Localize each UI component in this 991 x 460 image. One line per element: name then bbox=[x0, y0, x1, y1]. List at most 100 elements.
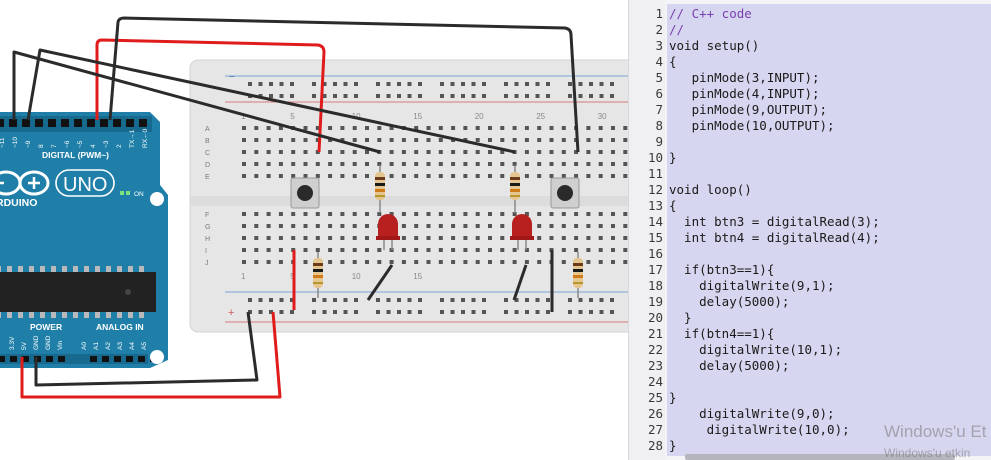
breadboard-hole[interactable] bbox=[623, 236, 628, 240]
breadboard-hole[interactable] bbox=[598, 260, 603, 264]
breadboard-hole[interactable] bbox=[471, 94, 476, 98]
breadboard-hole[interactable] bbox=[278, 248, 283, 252]
breadboard-hole[interactable] bbox=[623, 162, 628, 166]
breadboard-hole[interactable] bbox=[312, 82, 316, 86]
breadboard-hole[interactable] bbox=[352, 150, 357, 154]
breadboard-hole[interactable] bbox=[291, 212, 296, 216]
breadboard-hole[interactable] bbox=[354, 82, 358, 86]
code-line[interactable]: pinMode(4,INPUT); bbox=[669, 86, 820, 102]
breadboard-hole[interactable] bbox=[418, 94, 422, 98]
breadboard-hole[interactable] bbox=[401, 174, 406, 178]
code-line[interactable]: digitalWrite(10,1); bbox=[669, 342, 842, 358]
breadboard-hole[interactable] bbox=[401, 224, 406, 228]
breadboard-hole[interactable] bbox=[524, 150, 529, 154]
breadboard-hole[interactable] bbox=[343, 298, 348, 302]
breadboard-hole[interactable] bbox=[340, 150, 345, 154]
breadboard-hole[interactable] bbox=[365, 248, 369, 252]
breadboard-hole[interactable] bbox=[524, 260, 529, 264]
breadboard-hole[interactable] bbox=[488, 138, 492, 142]
breadboard-hole[interactable] bbox=[549, 212, 554, 216]
code-line[interactable]: digitalWrite(10,0); bbox=[669, 422, 850, 438]
breadboard-hole[interactable] bbox=[290, 82, 294, 86]
breadboard-hole[interactable] bbox=[303, 162, 308, 166]
power-pin[interactable] bbox=[114, 356, 121, 362]
code-line[interactable]: { bbox=[669, 198, 677, 214]
breadboard-hole[interactable] bbox=[279, 94, 284, 98]
breadboard-hole[interactable] bbox=[426, 150, 431, 154]
breadboard-hole[interactable] bbox=[291, 162, 296, 166]
breadboard-hole[interactable] bbox=[451, 150, 456, 154]
digital-pin[interactable] bbox=[61, 119, 69, 127]
breadboard-hole[interactable] bbox=[586, 224, 591, 228]
breadboard-hole[interactable] bbox=[549, 126, 554, 130]
breadboard-hole[interactable] bbox=[254, 236, 259, 240]
breadboard-hole[interactable] bbox=[599, 310, 604, 314]
pushbutton-right[interactable] bbox=[550, 177, 580, 209]
breadboard-hole[interactable] bbox=[611, 174, 615, 178]
breadboard-hole[interactable] bbox=[586, 248, 591, 252]
breadboard-hole[interactable] bbox=[475, 126, 480, 130]
digital-pin[interactable] bbox=[9, 119, 17, 127]
breadboard-hole[interactable] bbox=[426, 224, 431, 228]
breadboard-hole[interactable] bbox=[278, 162, 283, 166]
code-line[interactable]: if(btn4==1){ bbox=[669, 326, 774, 342]
breadboard-hole[interactable] bbox=[397, 94, 401, 98]
breadboard-hole[interactable] bbox=[500, 224, 505, 228]
breadboard-hole[interactable] bbox=[291, 236, 296, 240]
breadboard-hole[interactable] bbox=[401, 150, 406, 154]
breadboard-hole[interactable] bbox=[623, 248, 628, 252]
breadboard-hole[interactable] bbox=[376, 310, 380, 314]
breadboard-hole[interactable] bbox=[586, 260, 591, 264]
breadboard-hole[interactable] bbox=[611, 236, 615, 240]
breadboard-hole[interactable] bbox=[611, 150, 615, 154]
breadboard-hole[interactable] bbox=[549, 236, 554, 240]
digital-pin[interactable] bbox=[100, 119, 108, 127]
breadboard-hole[interactable] bbox=[451, 260, 456, 264]
breadboard-hole[interactable] bbox=[278, 212, 283, 216]
breadboard-hole[interactable] bbox=[438, 162, 443, 166]
breadboard-hole[interactable] bbox=[365, 224, 369, 228]
breadboard-hole[interactable] bbox=[352, 248, 357, 252]
breadboard-hole[interactable] bbox=[376, 94, 380, 98]
breadboard-hole[interactable] bbox=[254, 162, 259, 166]
breadboard-hole[interactable] bbox=[482, 94, 486, 98]
breadboard-hole[interactable] bbox=[401, 248, 406, 252]
breadboard-hole[interactable] bbox=[514, 94, 519, 98]
breadboard-hole[interactable] bbox=[365, 260, 369, 264]
breadboard-hole[interactable] bbox=[426, 260, 431, 264]
breadboard-hole[interactable] bbox=[376, 298, 380, 302]
breadboard-hole[interactable] bbox=[623, 126, 628, 130]
code-line[interactable]: } bbox=[669, 390, 677, 406]
breadboard-hole[interactable] bbox=[610, 298, 614, 302]
breadboard-hole[interactable] bbox=[266, 212, 271, 216]
breadboard-hole[interactable] bbox=[524, 138, 529, 142]
breadboard-hole[interactable] bbox=[315, 224, 320, 228]
code-line[interactable]: } bbox=[669, 150, 677, 166]
breadboard-hole[interactable] bbox=[254, 174, 259, 178]
breadboard-hole[interactable] bbox=[574, 174, 579, 178]
digital-pin[interactable] bbox=[48, 119, 56, 127]
breadboard-hole[interactable] bbox=[461, 82, 465, 86]
breadboard-hole[interactable] bbox=[549, 150, 554, 154]
breadboard-hole[interactable] bbox=[328, 248, 333, 252]
breadboard-hole[interactable] bbox=[254, 126, 259, 130]
breadboard-hole[interactable] bbox=[278, 150, 283, 154]
breadboard-hole[interactable] bbox=[623, 138, 628, 142]
breadboard-hole[interactable] bbox=[266, 174, 271, 178]
breadboard-hole[interactable] bbox=[365, 162, 369, 166]
breadboard-hole[interactable] bbox=[482, 310, 486, 314]
breadboard-hole[interactable] bbox=[512, 138, 517, 142]
breadboard-hole[interactable] bbox=[365, 138, 369, 142]
breadboard-hole[interactable] bbox=[303, 138, 308, 142]
breadboard-hole[interactable] bbox=[414, 138, 419, 142]
power-pin[interactable] bbox=[102, 356, 109, 362]
breadboard-hole[interactable] bbox=[365, 174, 369, 178]
breadboard-hole[interactable] bbox=[589, 94, 593, 98]
breadboard-hole[interactable] bbox=[269, 298, 273, 302]
breadboard-hole[interactable] bbox=[254, 224, 259, 228]
breadboard-hole[interactable] bbox=[279, 310, 284, 314]
breadboard-hole[interactable] bbox=[242, 212, 246, 216]
breadboard-hole[interactable] bbox=[574, 212, 579, 216]
breadboard-hole[interactable] bbox=[242, 138, 246, 142]
breadboard-hole[interactable] bbox=[463, 150, 468, 154]
